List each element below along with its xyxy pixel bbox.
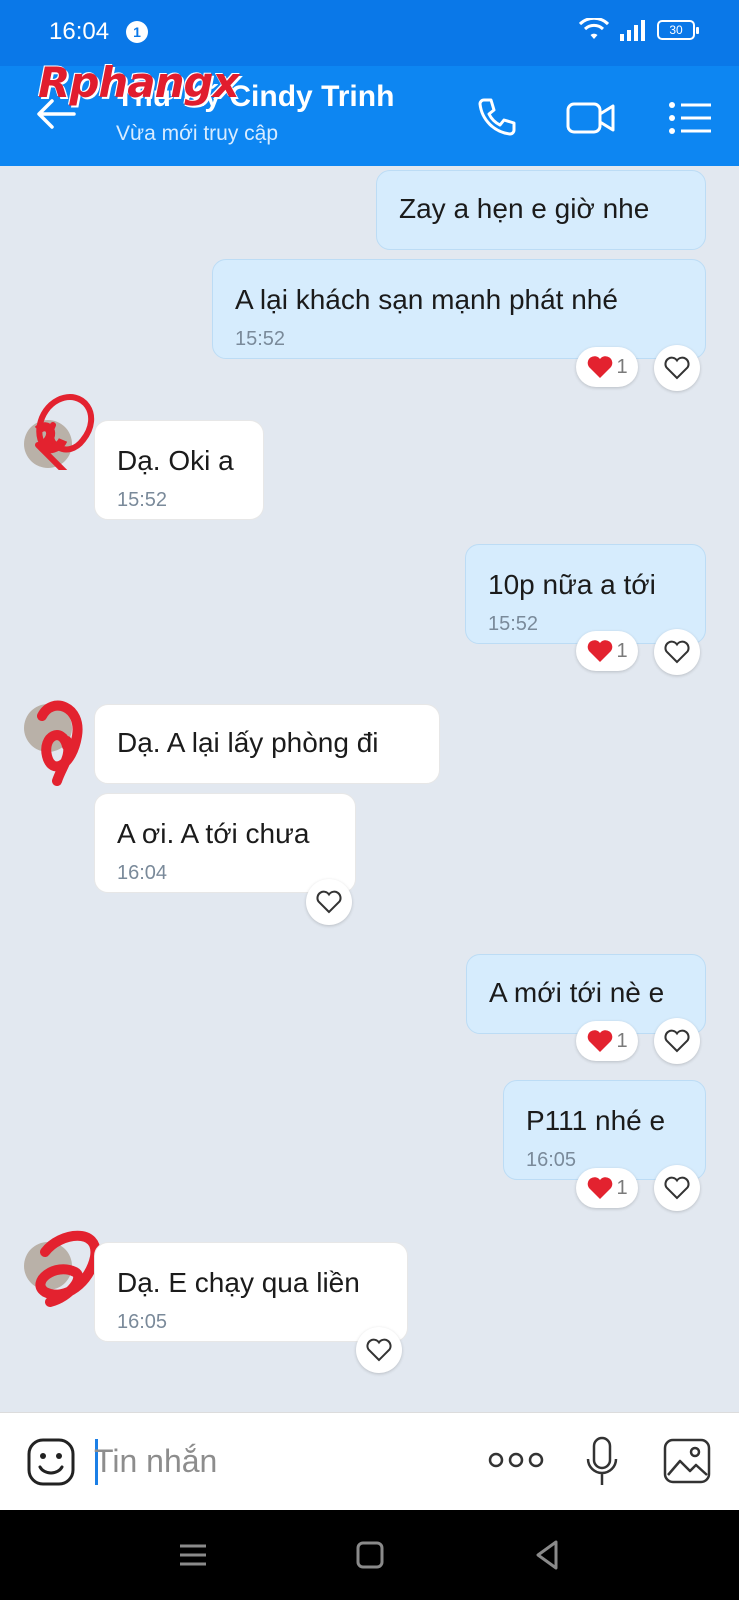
react-button[interactable] [654,345,700,391]
react-button[interactable] [356,1327,402,1373]
message-text: Zay a hẹn e giờ nhe [399,193,650,224]
heart-icon [664,356,690,380]
heart-icon [664,640,690,664]
message-outgoing[interactable]: Zay a hẹn e giờ nhe [376,170,706,250]
message-time: 16:04 [117,862,168,884]
message-incoming[interactable]: Dạ. E chạy qua liền 16:05 [94,1242,408,1342]
back-nav-icon[interactable] [530,1538,564,1572]
system-nav-bar [0,1510,739,1600]
message-text: P111 nhé e [526,1105,666,1136]
message-text: A mới tới nè e [489,977,665,1008]
video-call-icon[interactable] [565,92,617,144]
emoji-icon[interactable] [26,1437,76,1487]
message-text: 10p nữa a tới [488,569,656,600]
home-icon[interactable] [353,1538,387,1572]
message-text: Dạ. A lại lấy phòng đi [117,727,379,758]
message-time: 16:05 [526,1149,577,1171]
reaction-badge[interactable]: 1 [576,631,638,671]
message-text: A ơi. A tới chưa [117,818,310,849]
message-time: 15:52 [235,328,286,350]
heart-icon [588,640,613,662]
phone-icon[interactable] [470,92,522,144]
avatar[interactable] [24,700,83,786]
scribble-redaction [34,394,95,470]
reaction-badge[interactable]: 1 [576,1168,638,1208]
menu-icon[interactable] [665,92,717,144]
react-button[interactable] [654,629,700,675]
microphone-icon[interactable] [584,1435,620,1489]
heart-icon [316,890,342,914]
watermark: Rphangx [38,58,240,107]
message-text: Dạ. E chạy qua liền [117,1267,360,1298]
message-composer [0,1412,739,1510]
reaction-count: 1 [616,1176,628,1199]
heart-icon [664,1029,690,1053]
heart-icon [588,1030,613,1052]
status-bar: 16:04 1 30 [0,0,739,66]
react-button[interactable] [306,879,352,925]
heart-icon [366,1338,392,1362]
react-button[interactable] [654,1018,700,1064]
message-incoming[interactable]: Dạ. Oki a 15:52 [94,420,264,520]
more-icon[interactable] [487,1447,545,1473]
reaction-count: 1 [616,355,628,378]
scribble-redaction [37,700,83,786]
message-outgoing[interactable]: A lại khách sạn mạnh phát nhé 15:52 [212,259,706,359]
reaction-badge[interactable]: 1 [576,347,638,387]
message-time: 15:52 [488,613,539,635]
react-button[interactable] [654,1165,700,1211]
image-icon[interactable] [662,1437,712,1485]
recent-apps-icon[interactable] [176,1538,210,1572]
signal-icon [620,20,645,41]
status-time: 16:04 [49,18,110,45]
message-incoming[interactable]: Dạ. A lại lấy phòng đi [94,704,440,784]
message-text: A lại khách sạn mạnh phát nhé [235,284,618,315]
contact-status: Vừa mới truy cập [116,122,279,145]
reaction-badge[interactable]: 1 [576,1021,638,1061]
chat-header: Thư Ký Cindy Trinh Vừa mới truy cập Rpha… [0,58,739,166]
avatar[interactable] [24,1230,101,1307]
heart-icon [664,1176,690,1200]
wifi-icon [579,18,609,39]
message-input[interactable] [94,1437,454,1485]
notification-badge: 1 [126,21,148,43]
message-text: Dạ. Oki a [117,445,234,476]
status-icons: 30 [579,18,699,42]
reaction-count: 1 [616,639,628,662]
reaction-count: 1 [616,1029,628,1052]
message-incoming[interactable]: A ơi. A tới chưa 16:04 [94,793,356,893]
message-time: 15:52 [117,489,168,511]
message-time: 16:05 [117,1311,168,1333]
heart-icon [588,356,613,378]
avatar[interactable] [24,394,95,470]
heart-icon [588,1177,613,1199]
battery-icon: 30 [657,20,699,40]
